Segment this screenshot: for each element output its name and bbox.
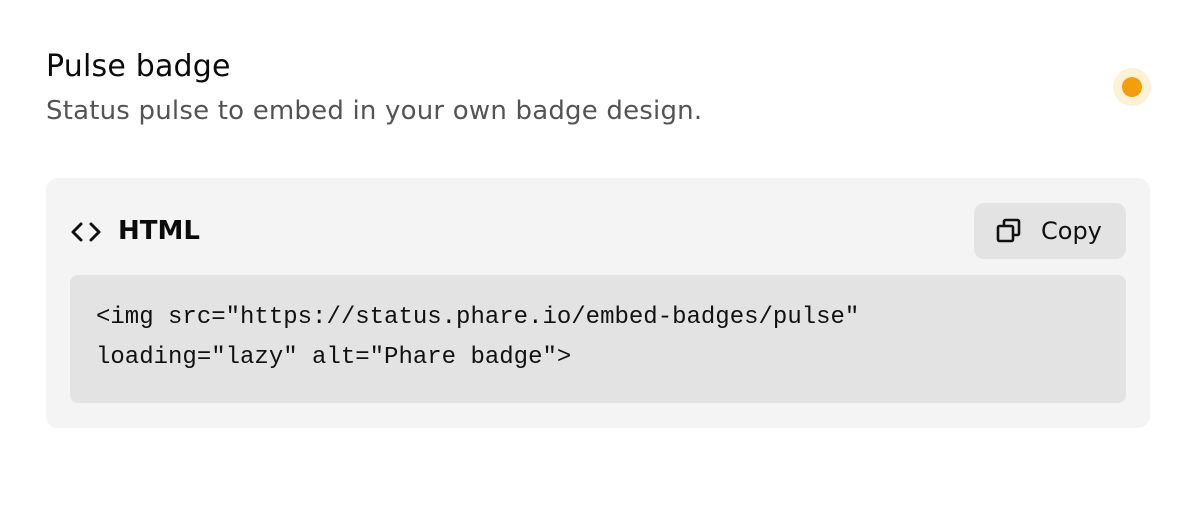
copy-icon [996,218,1021,243]
copy-button[interactable]: Copy [974,203,1126,259]
code-snippet[interactable]: <img src="https://status.phare.io/embed-… [70,275,1126,403]
code-language-label: HTML [118,216,200,246]
embed-code-card: HTML Copy <img src="https://status.phare… [46,178,1150,428]
copy-button-label: Copy [1041,217,1102,245]
code-brackets-icon [71,222,101,242]
pulse-dot-icon [1122,77,1142,97]
section-title: Pulse badge [46,49,231,84]
status-pulse-indicator [1113,68,1151,106]
code-line: <img src="https://status.phare.io/embed-… [96,304,860,331]
code-line: loading="lazy" alt="Phare badge"> [96,344,572,371]
section-subtitle: Status pulse to embed in your own badge … [46,96,703,126]
